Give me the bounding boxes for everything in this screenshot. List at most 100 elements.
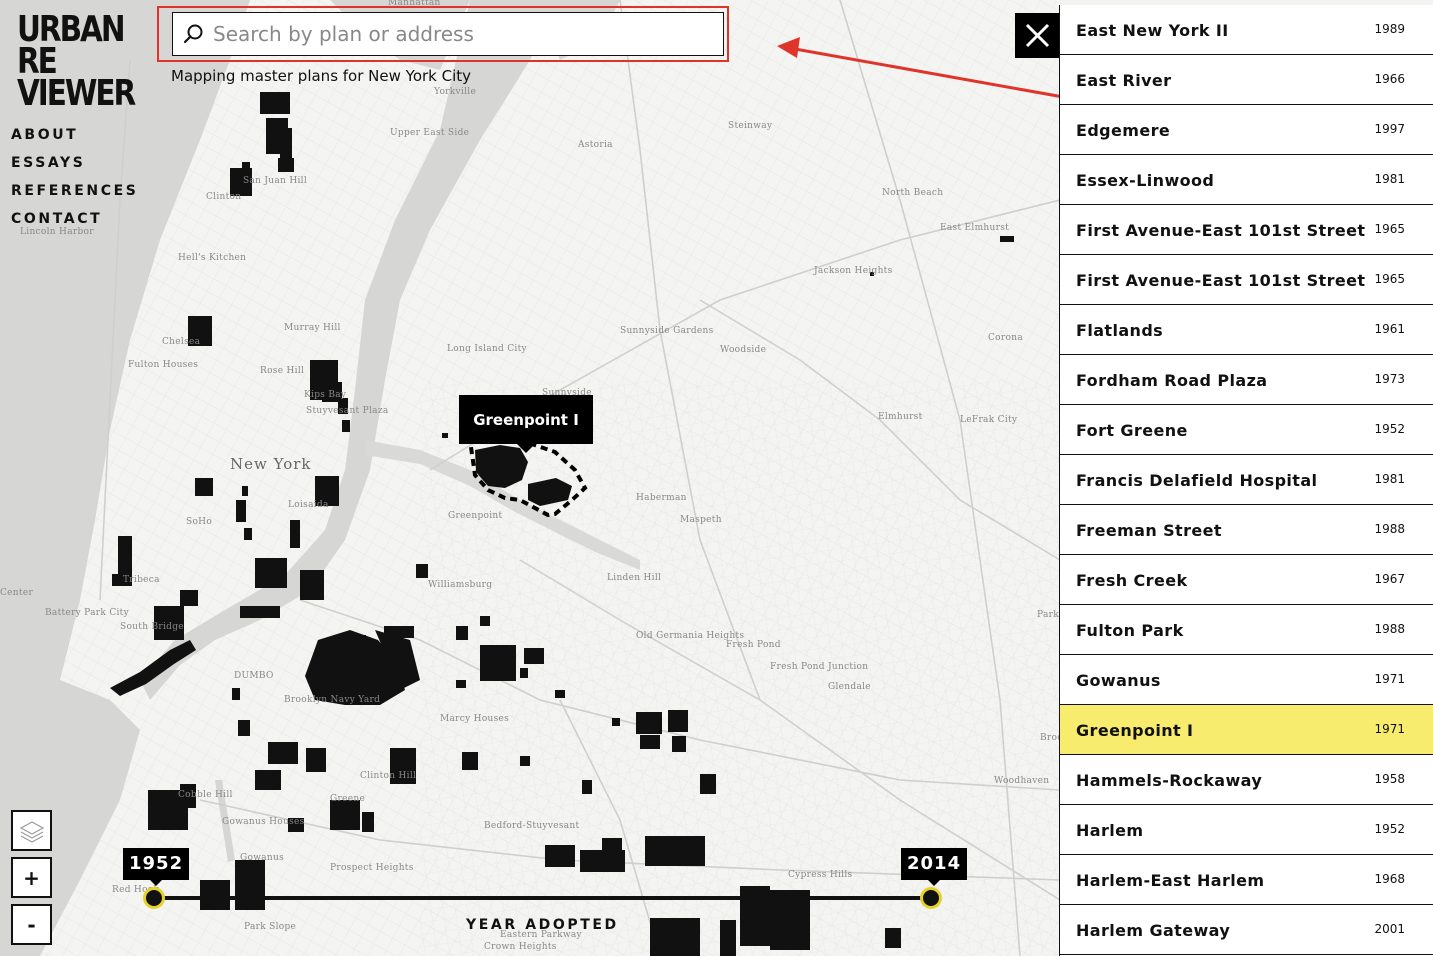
- map-label: Greene: [330, 794, 366, 804]
- map-label: Gowanus: [240, 853, 284, 863]
- map-label: Elmhurst: [878, 412, 923, 422]
- plan-list-item[interactable]: Fresh Creek 1967: [1060, 555, 1433, 605]
- plan-year: 1966: [1374, 72, 1405, 86]
- map-label: Upper East Side: [390, 128, 470, 138]
- timeline-track[interactable]: [154, 896, 931, 900]
- map-label: Cobble Hill: [178, 790, 233, 800]
- plan-list-item[interactable]: First Avenue-East 101st Street 1965: [1060, 255, 1433, 305]
- nav-about[interactable]: ABOUT: [11, 126, 138, 154]
- plan-list-item[interactable]: East River 1966: [1060, 55, 1433, 105]
- plan-year: 1988: [1374, 622, 1405, 636]
- plan-year: 1981: [1374, 472, 1405, 486]
- plan-list-item[interactable]: Edgemere 1997: [1060, 105, 1433, 155]
- plan-year: 1965: [1374, 272, 1405, 286]
- plan-name: First Avenue-East 101st Street: [1076, 271, 1366, 290]
- map-label: Woodhaven: [994, 776, 1050, 786]
- map-label: Williamsburg: [428, 580, 493, 590]
- timeline-start-handle[interactable]: [143, 887, 165, 909]
- plan-list-item[interactable]: Freeman Street 1988: [1060, 505, 1433, 555]
- map-label: Crown Heights: [484, 942, 557, 952]
- main-nav: ABOUT ESSAYS REFERENCES CONTACT: [11, 126, 138, 238]
- plan-list-item[interactable]: East New York II 1989: [1060, 5, 1433, 55]
- plan-year: 1989: [1374, 22, 1405, 36]
- map-canvas[interactable]: Manhattan Yorkville Upper East Side Asto…: [0, 0, 1060, 956]
- plan-year: 1997: [1374, 122, 1405, 136]
- map-label: Linden Hill: [607, 573, 662, 583]
- plan-name: Fordham Road Plaza: [1076, 371, 1268, 390]
- layers-button[interactable]: [11, 810, 52, 851]
- plan-list-item[interactable]: First Avenue-East 101st Street 1965: [1060, 205, 1433, 255]
- map-label: Woodside: [720, 345, 767, 355]
- map-label: New York: [230, 455, 312, 473]
- plan-name: Hammels-Rockaway: [1076, 771, 1263, 790]
- tooltip-label: Greenpoint I: [473, 410, 579, 429]
- map-label: Greenpoint: [448, 511, 503, 521]
- nav-contact[interactable]: CONTACT: [11, 210, 138, 238]
- timeline-label: YEAR ADOPTED: [466, 917, 619, 933]
- nav-essays[interactable]: ESSAYS: [11, 154, 138, 182]
- plan-year: 1961: [1374, 322, 1405, 336]
- plan-list-item[interactable]: Harlem Gateway 2001: [1060, 905, 1433, 955]
- plan-year: 1958: [1374, 772, 1405, 786]
- nav-references[interactable]: REFERENCES: [11, 182, 138, 210]
- map-label: Bedford-Stuyvesant: [484, 821, 580, 831]
- plan-name: Edgemere: [1076, 121, 1171, 140]
- map-label: Long Island City: [447, 344, 527, 354]
- plan-year: 1967: [1374, 572, 1405, 586]
- plan-name: Freeman Street: [1076, 521, 1222, 540]
- plan-name: Francis Delafield Hospital: [1076, 471, 1318, 490]
- plan-name: First Avenue-East 101st Street: [1076, 221, 1366, 240]
- map-label: Steinway: [728, 121, 773, 131]
- map-label: Astoria: [578, 140, 613, 150]
- map-label: Prospect Heights: [330, 863, 414, 873]
- map-label: North Beach: [882, 188, 944, 198]
- timeline-end-handle[interactable]: [920, 887, 942, 909]
- plan-name: Flatlands: [1076, 321, 1164, 340]
- plan-list-item[interactable]: Greenpoint I 1971: [1060, 705, 1433, 755]
- plan-list: East New York II 1989 East River 1966 Edgeme…: [1059, 5, 1433, 956]
- plan-tooltip: Greenpoint I: [459, 395, 593, 453]
- zoom-in-button[interactable]: +: [11, 857, 52, 898]
- map-label: Sunnyside Gardens: [620, 326, 714, 336]
- plan-list-item[interactable]: Fulton Park 1988: [1060, 605, 1433, 655]
- plan-year: 1971: [1374, 722, 1405, 736]
- zoom-out-button[interactable]: -: [11, 904, 52, 945]
- plan-list-item[interactable]: Francis Delafield Hospital 1981: [1060, 455, 1433, 505]
- map-label: SoHo: [186, 517, 213, 527]
- map-label: Cypress Hills: [788, 870, 853, 880]
- map-label: Center: [0, 588, 34, 598]
- plan-name: Harlem: [1076, 821, 1144, 840]
- map-label: Clinton Hill: [360, 771, 417, 781]
- plan-year: 1952: [1374, 422, 1405, 436]
- plan-name: East New York II: [1076, 21, 1229, 40]
- map-label: Park Slope: [244, 922, 297, 932]
- plan-name: Harlem Gateway: [1076, 921, 1231, 940]
- plan-list-item[interactable]: Fordham Road Plaza 1973: [1060, 355, 1433, 405]
- map-label: Maspeth: [680, 515, 722, 525]
- map-label: Haberman: [636, 493, 687, 503]
- close-icon: [1025, 23, 1050, 48]
- plan-year: 2001: [1374, 922, 1405, 936]
- map-label: Broo: [1040, 733, 1060, 743]
- plan-name: Fulton Park: [1076, 621, 1184, 640]
- map-label: DUMBO: [234, 671, 274, 681]
- plan-list-item[interactable]: Flatlands 1961: [1060, 305, 1433, 355]
- plan-year: 1981: [1374, 172, 1405, 186]
- plan-list-item[interactable]: Harlem-East Harlem 1968: [1060, 855, 1433, 905]
- map-label: Marcy Houses: [440, 714, 510, 724]
- plan-name: East River: [1076, 71, 1172, 90]
- plan-name: Essex-Linwood: [1076, 171, 1215, 190]
- map-label: Jackson Heights: [814, 266, 893, 276]
- map-label: Brooklyn Navy Yard: [284, 695, 381, 705]
- plan-list-item[interactable]: Hammels-Rockaway 1958: [1060, 755, 1433, 805]
- map-label: East Elmhurst: [940, 223, 1010, 233]
- annotation-arrow: [777, 37, 1081, 102]
- map-label: Corona: [988, 333, 1023, 343]
- plan-list-item[interactable]: Fort Greene 1952: [1060, 405, 1433, 455]
- plan-list-item[interactable]: Harlem 1952: [1060, 805, 1433, 855]
- map-label: Stuyvesant Plaza: [306, 406, 389, 416]
- plan-list-item[interactable]: Essex-Linwood 1981: [1060, 155, 1433, 205]
- close-button[interactable]: [1015, 13, 1060, 58]
- map-basemap: [0, 0, 1060, 956]
- plan-list-item[interactable]: Gowanus 1971: [1060, 655, 1433, 705]
